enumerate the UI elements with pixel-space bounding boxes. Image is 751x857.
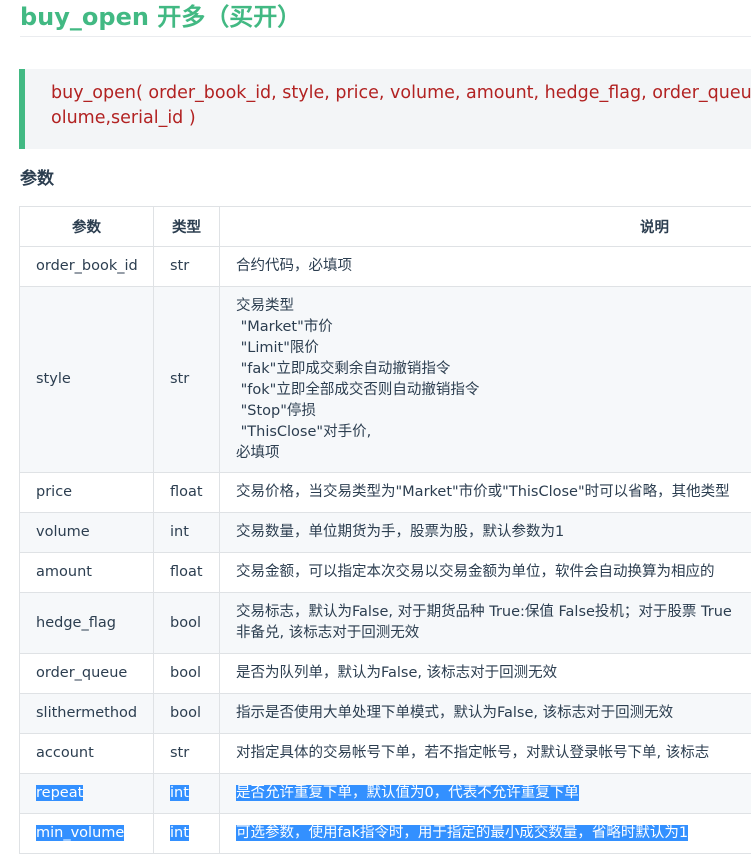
table-row: style str 交易类型 "Market"市价 "Limit"限价 "fak"立… [19,286,751,473]
param-type-cell: bool [153,693,220,734]
param-type-cell: int [153,512,220,553]
param-name-cell-text: order_book_id [36,258,138,274]
param-desc-line: "Limit"限价 [236,339,319,356]
param-type-cell: int [153,773,220,814]
param-type-cell: bool [153,653,220,694]
table-row: order_book_id str 合约代码，必填项 [19,246,751,287]
doc-page: buy_open 开多（买开） buy_open( order_book_id,… [0,0,751,857]
param-type-cell-text: float [170,564,203,580]
param-desc-cell: 交易价格，当交易类型为"Market"市价或"ThisClose"时可以省略，其… [219,472,751,513]
page-title: buy_open 开多（买开） [20,0,751,37]
param-desc-cell: 指示是否使用大单处理下单模式，默认为False, 该标志对于回测无效 [219,693,751,734]
param-type-cell: int [153,813,220,854]
param-name-cell-text: min_volume [36,825,125,841]
signature-line-1: buy_open( order_book_id, style, price, v… [51,83,751,103]
table-row: amount float 交易金额，可以指定本次交易以交易金额为单位，软件会自动换算… [19,552,751,593]
param-name-cell: hedge_flag [19,592,154,654]
param-type-cell: str [153,246,220,287]
param-name-cell-text: volume [36,524,90,540]
param-name-cell: slithermethod [19,693,154,734]
param-desc-line: 可选参数，使用fak指令时，用于指定的最小成交数量，省略时默认为1 [236,825,689,841]
param-type-cell-text: bool [170,614,201,631]
param-desc-line: "fak"立即成交剩余自动撤销指令 [236,360,451,377]
param-name-cell-text: amount [36,564,92,580]
param-name-cell-text: price [36,484,73,500]
param-name-cell: amount [19,552,154,593]
param-name-cell: account [19,733,154,774]
params-table: 参数 类型 说明 order_book_id str 合约代码，必填项 style st… [19,206,751,854]
param-name-cell-text: order_queue [36,665,128,681]
param-desc-line: 交易数量，单位期货为手，股票为股，默认参数为1 [236,524,565,540]
param-desc-line: 交易类型 [236,297,294,314]
param-desc-line: "Market"市价 [236,318,333,335]
param-type-cell-text: int [170,524,189,540]
param-desc-line: 是否允许重复下单，默认值为0，代表不允许重复下单 [236,785,579,801]
param-name-cell: min_volume [19,813,154,854]
param-desc-cell: 交易标志，默认为False, 对于期货品种 True:保值 False投机；对于… [219,592,751,654]
header-desc: 说明 [219,206,751,247]
param-name-cell-text: hedge_flag [36,614,116,631]
param-desc-line: "ThisClose"对手价, [236,423,372,440]
signature-line-2: olume,serial_id ) [51,108,196,128]
param-name-cell-text: repeat [36,785,84,801]
param-desc-cell: 交易类型 "Market"市价 "Limit"限价 "fak"立即成交剩余自动撤… [219,286,751,473]
param-name-cell-text: slithermethod [36,705,138,721]
param-type-cell: str [153,733,220,774]
param-type-cell: str [153,286,220,473]
param-desc-line: 是否为队列单，默认为False, 该标志对于回测无效 [236,665,558,681]
table-body: order_book_id str 合约代码，必填项 style str 交易类型 "Ma… [19,246,751,854]
header-param: 参数 [19,206,154,247]
param-desc-cell: 交易数量，单位期货为手，股票为股，默认参数为1 [219,512,751,553]
param-type-cell-text: str [170,258,190,274]
table-row: hedge_flag bool 交易标志，默认为False, 对于期货品种 True… [19,592,751,654]
param-name-cell: repeat [19,773,154,814]
param-name-cell: order_book_id [19,246,154,287]
param-desc-line: 对指定具体的交易帐号下单，若不指定帐号，对默认登录帐号下单, 该标志 [236,745,710,761]
param-name-cell-text: style [36,371,71,387]
param-desc-cell: 合约代码，必填项 [219,246,751,287]
table-row: account str 对指定具体的交易帐号下单，若不指定帐号，对默认登录帐号下单,… [19,733,751,774]
section-heading: 参数 [20,169,54,189]
param-desc-line: 必填项 [236,444,280,461]
param-desc-line: 指示是否使用大单处理下单模式，默认为False, 该标志对于回测无效 [236,705,674,721]
param-type-cell-text: str [170,371,190,387]
param-type-cell: float [153,552,220,593]
param-desc-cell: 是否允许重复下单，默认值为0，代表不允许重复下单 [219,773,751,814]
param-type-cell-text: str [170,745,190,761]
table-row: slithermethod bool 指示是否使用大单处理下单模式，默认为False… [19,693,751,734]
param-type-cell-text: bool [170,665,201,681]
param-name-cell-text: account [36,745,94,761]
param-name-cell: volume [19,512,154,553]
param-name-cell: order_queue [19,653,154,694]
table-row: min_volume int 可选参数，使用fak指令时，用于指定的最小成交数量，省… [19,813,751,854]
param-type-cell-text: bool [170,705,201,721]
param-type-cell-text: float [170,484,203,500]
param-type-cell-text: int [170,825,189,841]
table-row: repeat int 是否允许重复下单，默认值为0，代表不允许重复下单 [19,773,751,814]
param-type-cell: bool [153,592,220,654]
param-desc-line: 交易标志，默认为False, 对于期货品种 True:保值 False投机；对于… [236,604,732,620]
param-desc-cell: 交易金额，可以指定本次交易以交易金额为单位，软件会自动换算为相应的 [219,552,751,593]
param-name-cell: price [19,472,154,513]
param-desc-cell: 对指定具体的交易帐号下单，若不指定帐号，对默认登录帐号下单, 该标志 [219,733,751,774]
param-desc-line: 交易金额，可以指定本次交易以交易金额为单位，软件会自动换算为相应的 [236,564,715,580]
param-desc-line: "Stop"停损 [236,402,316,419]
table-row: price float 交易价格，当交易类型为"Market"市价或"ThisClo… [19,472,751,513]
param-name-cell: style [19,286,154,473]
param-desc-line: "fok"立即全部成交否则自动撤销指令 [236,381,480,398]
table-header-row: 参数 类型 说明 [19,206,751,247]
param-desc-line: 合约代码，必填项 [236,258,352,274]
param-desc-cell: 可选参数，使用fak指令时，用于指定的最小成交数量，省略时默认为1 [219,813,751,854]
function-signature: buy_open( order_book_id, style, price, v… [19,69,751,149]
table-row: order_queue bool 是否为队列单，默认为False, 该标志对于回测无… [19,653,751,694]
param-type-cell-text: int [170,785,189,801]
param-desc-cell: 是否为队列单，默认为False, 该标志对于回测无效 [219,653,751,694]
table-row: volume int 交易数量，单位期货为手，股票为股，默认参数为1 [19,512,751,553]
param-desc-line: 交易价格，当交易类型为"Market"市价或"ThisClose"时可以省略，其… [236,484,730,500]
header-type: 类型 [153,206,220,247]
param-type-cell: float [153,472,220,513]
param-desc-line: 非备兑, 该标志对于回测无效 [236,625,420,641]
